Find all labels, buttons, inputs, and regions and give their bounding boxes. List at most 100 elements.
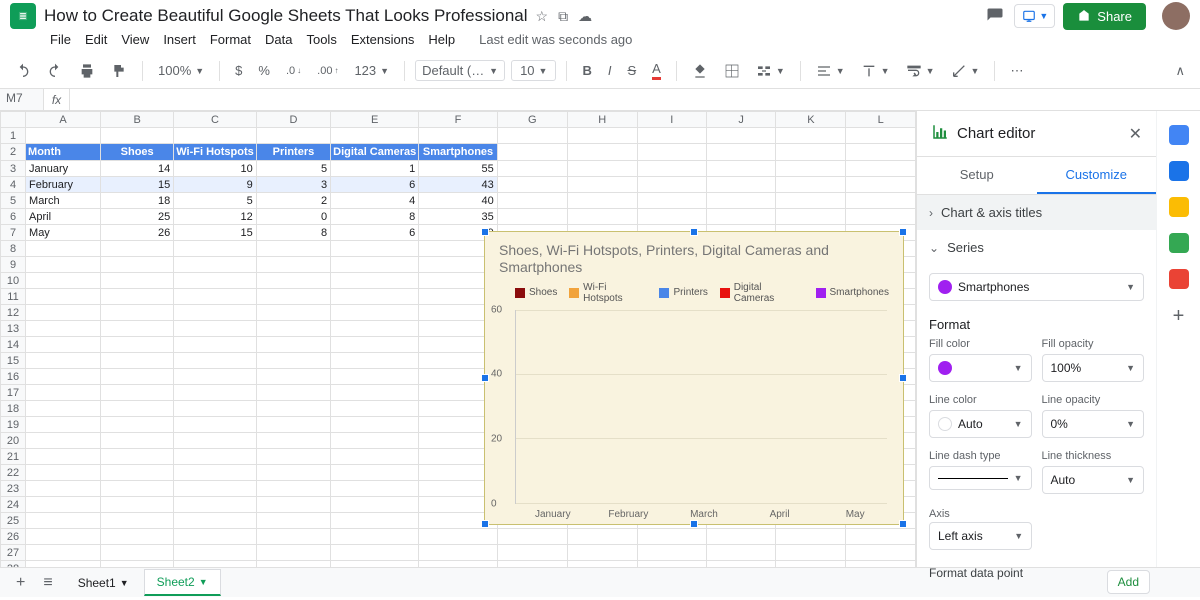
move-icon[interactable]: ⧉ [558,8,568,25]
cell[interactable]: 43 [419,177,497,193]
col-header[interactable]: C [174,112,257,128]
tab-setup[interactable]: Setup [917,157,1037,194]
col-header[interactable]: B [101,112,174,128]
rail-app-0[interactable] [1169,125,1189,145]
cell[interactable]: Smartphones [419,144,497,161]
row-header[interactable]: 9 [1,257,26,273]
cell[interactable] [256,465,330,481]
zoom-dropdown[interactable]: 100%▼ [153,60,209,81]
row-header[interactable]: 23 [1,481,26,497]
cell[interactable]: 14 [101,161,174,177]
cell[interactable] [174,289,257,305]
redo-icon[interactable] [42,60,68,82]
cell[interactable] [331,353,419,369]
cell[interactable]: May [26,225,101,241]
cell[interactable] [331,417,419,433]
fill-opacity-control[interactable]: 100%▼ [1042,354,1145,382]
all-sheets-button[interactable]: ≡ [37,570,58,596]
cell[interactable] [174,353,257,369]
formula-input[interactable] [70,89,1200,110]
row-header[interactable]: 11 [1,289,26,305]
cell[interactable] [101,369,174,385]
toolbar-collapse-icon[interactable]: ∧ [1170,60,1190,82]
avatar[interactable] [1162,2,1190,30]
cell[interactable] [567,177,637,193]
cell[interactable] [331,273,419,289]
fill-color-control[interactable]: ▼ [929,354,1032,382]
cell[interactable] [174,465,257,481]
row-header[interactable]: 1 [1,128,26,144]
cell[interactable] [256,513,330,529]
number-format-dropdown[interactable]: 123▼ [349,60,394,81]
cell[interactable]: 5 [174,193,257,209]
col-header[interactable]: E [331,112,419,128]
cell[interactable] [637,529,706,545]
cell[interactable] [26,513,101,529]
row-header[interactable]: 14 [1,337,26,353]
cell[interactable] [101,241,174,257]
cell[interactable] [26,497,101,513]
col-header[interactable]: I [637,112,706,128]
cell[interactable] [331,497,419,513]
cell[interactable] [706,529,776,545]
cell[interactable]: 15 [174,225,257,241]
cell[interactable]: 3 [256,177,330,193]
cell[interactable] [256,449,330,465]
cell[interactable] [101,321,174,337]
cell[interactable] [26,449,101,465]
percent-button[interactable]: % [253,60,275,81]
cloud-icon[interactable]: ☁ [578,8,592,25]
cell[interactable]: Month [26,144,101,161]
menu-extensions[interactable]: Extensions [351,32,415,47]
line-dash-control[interactable]: ▼ [929,466,1032,490]
cell[interactable] [331,128,419,144]
cell[interactable] [256,401,330,417]
cell[interactable] [26,337,101,353]
cell[interactable] [567,144,637,161]
cell[interactable] [637,177,706,193]
cell[interactable] [637,209,706,225]
cell[interactable] [256,369,330,385]
cell[interactable] [776,128,846,144]
cell[interactable] [637,144,706,161]
cell[interactable]: 4 [331,193,419,209]
cell[interactable]: March [26,193,101,209]
cell[interactable]: 12 [174,209,257,225]
rail-app-4[interactable] [1169,269,1189,289]
section-chart-axis-titles[interactable]: › Chart & axis titles [917,195,1156,230]
cell[interactable] [846,561,916,568]
row-header[interactable]: 19 [1,417,26,433]
sheets-app-icon[interactable] [10,3,36,29]
axis-control[interactable]: Left axis▼ [929,522,1032,550]
cell[interactable] [26,257,101,273]
cell[interactable] [256,497,330,513]
font-dropdown[interactable]: Default (Ari...▼ [415,60,505,81]
cell[interactable] [331,481,419,497]
cell[interactable] [331,545,419,561]
row-header[interactable]: 15 [1,353,26,369]
cell[interactable] [101,497,174,513]
cell[interactable]: 55 [419,161,497,177]
cell[interactable] [776,193,846,209]
row-header[interactable]: 22 [1,465,26,481]
cell[interactable] [256,321,330,337]
cell[interactable] [174,337,257,353]
cell[interactable]: 2 [256,193,330,209]
cell[interactable]: 9 [174,177,257,193]
italic-button[interactable]: I [603,60,617,81]
cell[interactable] [567,161,637,177]
star-icon[interactable]: ☆ [536,8,549,25]
cell[interactable] [497,177,567,193]
cell[interactable]: 10 [174,161,257,177]
cell[interactable] [101,433,174,449]
cell[interactable] [26,481,101,497]
cell[interactable]: January [26,161,101,177]
cell[interactable] [419,545,497,561]
cell[interactable] [846,161,916,177]
row-header[interactable]: 26 [1,529,26,545]
cell[interactable] [567,545,637,561]
cell[interactable] [706,128,776,144]
menu-format[interactable]: Format [210,32,251,47]
last-edit[interactable]: Last edit was seconds ago [479,32,632,47]
cell[interactable] [174,417,257,433]
